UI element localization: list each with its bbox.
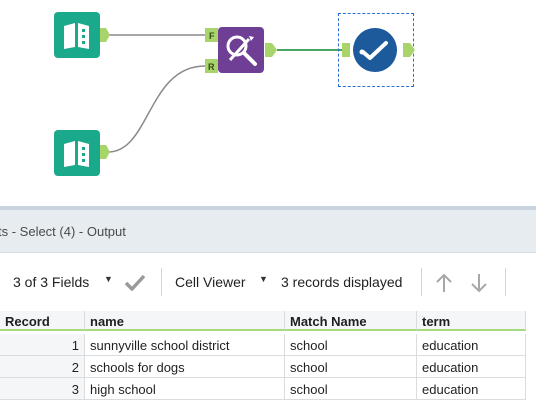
- anchor-label-f: F: [209, 31, 215, 41]
- table-row[interactable]: 2 schools for dogs school education: [0, 356, 536, 378]
- toolbar-divider: [421, 268, 422, 296]
- cell-term: education: [417, 378, 526, 400]
- fields-chevron-down-icon[interactable]: ▼: [104, 274, 113, 284]
- cell-match-name: school: [285, 356, 417, 378]
- column-header-record[interactable]: Record: [0, 311, 85, 331]
- cell-record: 2: [0, 356, 85, 378]
- cell-name: schools for dogs: [85, 356, 285, 378]
- table-row[interactable]: 3 high school school education: [0, 378, 536, 400]
- arrow-down-icon[interactable]: [469, 272, 489, 299]
- input-data-tool-1[interactable]: [54, 12, 100, 58]
- column-header-match-name[interactable]: Match Name: [285, 311, 417, 331]
- select-tool[interactable]: [351, 26, 397, 72]
- book-icon: [64, 141, 89, 167]
- cell-term: education: [417, 356, 526, 378]
- book-icon: [64, 23, 89, 49]
- results-title: ts - Select (4) - Output: [0, 224, 126, 239]
- apply-checkmark-icon[interactable]: [124, 273, 146, 296]
- input-data-tool-2[interactable]: [54, 130, 100, 176]
- connection-input2-to-fuzzy: [107, 65, 206, 153]
- fields-dropdown[interactable]: 3 of 3 Fields: [13, 274, 89, 290]
- cell-name: high school: [85, 378, 285, 400]
- fuzzy-match-icon: [226, 35, 257, 66]
- results-toolbar: 3 of 3 Fields ▼ Cell Viewer ▼ 3 records …: [0, 253, 536, 309]
- cell-viewer-chevron-down-icon[interactable]: ▼: [259, 274, 268, 284]
- cell-record: 1: [0, 334, 85, 356]
- cell-term: education: [417, 334, 526, 356]
- arrow-up-icon[interactable]: [434, 272, 454, 299]
- cell-name: sunnyville school district: [85, 334, 285, 356]
- results-grid: Record name Match Name term 1 sunnyville…: [0, 311, 536, 405]
- workflow-canvas[interactable]: F R: [0, 0, 536, 206]
- anchor-label-r: R: [208, 62, 215, 72]
- cell-viewer-dropdown[interactable]: Cell Viewer: [175, 274, 246, 290]
- column-header-name[interactable]: name: [85, 311, 285, 331]
- column-header-term[interactable]: term: [417, 311, 526, 331]
- results-title-bar: ts - Select (4) - Output: [0, 210, 536, 253]
- toolbar-divider: [505, 268, 506, 296]
- toolbar-divider: [161, 268, 162, 296]
- cell-match-name: school: [285, 378, 417, 400]
- fuzzy-match-tool[interactable]: [218, 27, 264, 73]
- table-row[interactable]: 1 sunnyville school district school educ…: [0, 334, 536, 356]
- cell-record: 3: [0, 378, 85, 400]
- cell-match-name: school: [285, 334, 417, 356]
- checkmark-circle-icon: [353, 28, 397, 72]
- records-count: 3 records displayed: [281, 274, 403, 290]
